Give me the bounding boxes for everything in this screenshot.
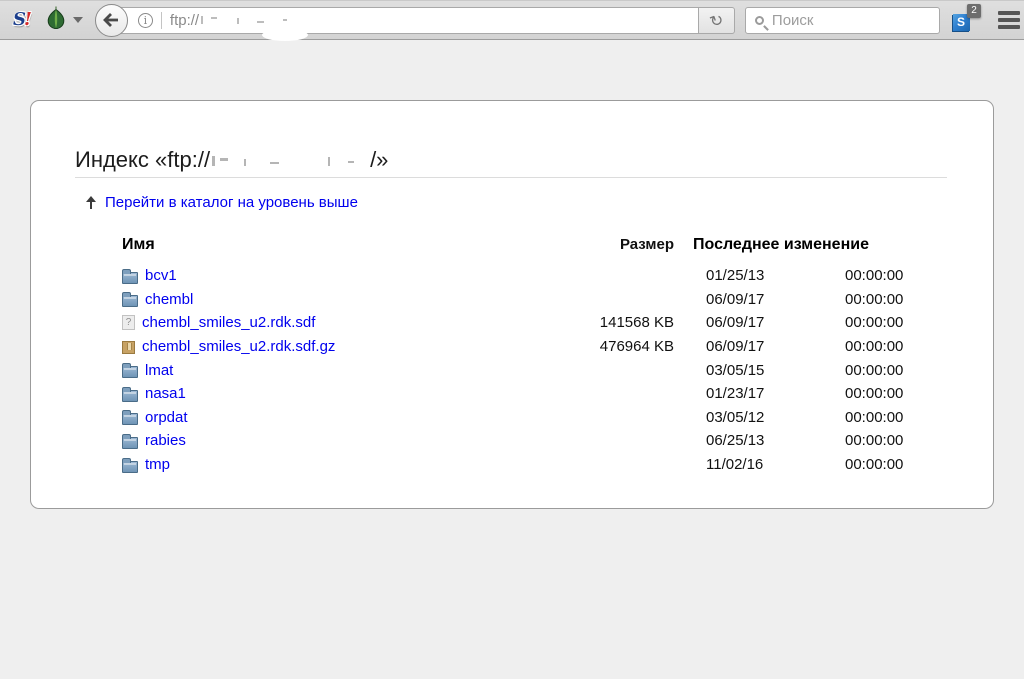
table-row: chembl_smiles_u2.rdk.sdf 141568 KB 06/09… — [122, 311, 947, 335]
file-time: 00:00:00 — [845, 361, 904, 379]
file-time: 00:00:00 — [845, 290, 904, 308]
table-row: lmat 03/05/15 00:00:00 — [122, 358, 947, 382]
parent-directory-link[interactable]: Перейти в каталог на уровень выше — [105, 194, 358, 211]
file-link[interactable]: bcv1 — [145, 267, 177, 284]
file-time: 00:00:00 — [845, 456, 904, 474]
table-row: chembl 06/09/17 00:00:00 — [122, 288, 947, 312]
file-time: 00:00:00 — [845, 432, 904, 450]
folder-icon — [122, 433, 138, 449]
file-link[interactable]: chembl_smiles_u2.rdk.sdf.gz — [142, 338, 335, 355]
title-redacted-area — [210, 153, 371, 169]
file-date: 06/09/17 — [706, 314, 765, 332]
session-manager-icon[interactable]: S 2 — [952, 3, 981, 31]
info-icon[interactable]: i — [137, 12, 153, 28]
file-link[interactable]: chembl — [145, 291, 193, 308]
file-date: 01/23/17 — [706, 385, 765, 403]
folder-icon — [122, 457, 138, 473]
file-date: 03/05/15 — [706, 361, 765, 379]
file-time: 00:00:00 — [845, 314, 904, 332]
chevron-down-icon[interactable] — [72, 17, 83, 23]
column-header-size: Размер — [619, 236, 674, 253]
listing-body: bcv1 01/25/13 00:00:00 chembl 06/09/17 0… — [122, 264, 947, 476]
file-size: 141568 KB — [599, 314, 674, 332]
file-date: 01/25/13 — [706, 267, 765, 285]
archive-icon — [122, 341, 135, 355]
table-row: rabies 06/25/13 00:00:00 — [122, 429, 947, 453]
file-time: 00:00:00 — [845, 267, 904, 285]
file-link[interactable]: orpdat — [145, 409, 188, 426]
folder-icon — [122, 292, 138, 308]
redaction-smudge — [261, 28, 308, 41]
unknown-file-icon — [122, 315, 135, 331]
ftp-index-card: Индекс «ftp:///» Перейти в каталог на ур… — [30, 100, 994, 509]
column-header-modified: Последнее изменение — [693, 236, 869, 253]
file-link[interactable]: lmat — [145, 362, 173, 379]
addon-s-logo-icon[interactable]: S! — [13, 11, 32, 29]
url-redacted-area — [199, 14, 300, 26]
file-date: 03/05/12 — [706, 408, 765, 426]
listing-header-row: Имя Размер Последнее изменение — [122, 236, 947, 264]
hamburger-menu-button[interactable] — [994, 7, 1024, 33]
file-link[interactable]: nasa1 — [145, 385, 186, 402]
folder-icon — [122, 268, 138, 284]
url-text: ftp:// — [169, 11, 200, 29]
back-arrow-icon — [103, 13, 119, 27]
session-badge: 2 — [967, 3, 981, 18]
up-arrow-icon — [86, 196, 96, 209]
file-link[interactable]: rabies — [145, 432, 186, 449]
folder-icon — [122, 363, 138, 379]
page-title: Индекс «ftp:///» — [75, 147, 389, 172]
table-row: nasa1 01/23/17 00:00:00 — [122, 382, 947, 406]
back-button[interactable] — [94, 3, 128, 37]
file-time: 00:00:00 — [845, 408, 904, 426]
column-header-name: Имя — [122, 236, 155, 253]
url-bar[interactable]: i ftp:// — [110, 6, 699, 41]
file-link[interactable]: chembl_smiles_u2.rdk.sdf — [142, 314, 315, 331]
directory-listing: Имя Размер Последнее изменение bcv1 01/2… — [122, 236, 947, 476]
file-time: 00:00:00 — [845, 338, 904, 356]
parent-directory-row: Перейти в каталог на уровень выше — [86, 194, 947, 211]
file-time: 00:00:00 — [845, 385, 904, 403]
reload-icon: ↻ — [706, 8, 726, 32]
file-date: 06/25/13 — [706, 432, 765, 450]
search-box[interactable] — [744, 6, 940, 34]
file-date: 06/09/17 — [706, 290, 765, 308]
folder-icon — [122, 410, 138, 426]
table-row: bcv1 01/25/13 00:00:00 — [122, 264, 947, 288]
page-background: Индекс «ftp:///» Перейти в каталог на ур… — [0, 100, 1024, 679]
reload-button[interactable]: ↻ — [698, 6, 735, 34]
url-separator — [160, 11, 162, 29]
browser-toolbar: S! i ftp:// ↻ Поиск S 2 — [0, 0, 1024, 41]
search-input[interactable] — [771, 11, 930, 29]
tor-onion-icon[interactable] — [46, 6, 66, 34]
file-date: 11/02/16 — [706, 456, 764, 474]
table-row: orpdat 03/05/12 00:00:00 — [122, 406, 947, 430]
file-size: 476964 KB — [599, 338, 674, 356]
table-row: tmp 11/02/16 00:00:00 — [122, 453, 947, 477]
search-icon — [754, 15, 764, 25]
file-date: 06/09/17 — [706, 338, 765, 356]
file-link[interactable]: tmp — [145, 456, 170, 473]
table-row: chembl_smiles_u2.rdk.sdf.gz 476964 KB 06… — [122, 335, 947, 359]
folder-icon — [122, 386, 138, 402]
title-divider — [75, 177, 947, 178]
